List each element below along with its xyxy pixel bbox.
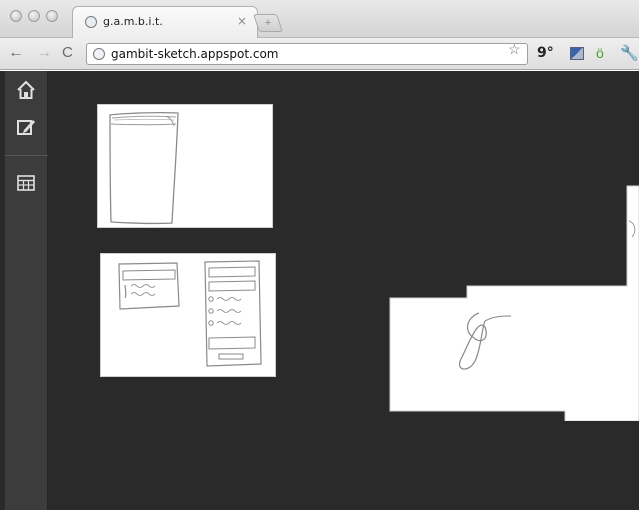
- close-tab-icon[interactable]: ×: [237, 14, 247, 28]
- sketch-form-thumbnail[interactable]: [100, 253, 276, 377]
- browser-toolbar: ← → C gambit-sketch.appspot.com ☆ 9° ö 🔧: [0, 38, 639, 70]
- globe-icon: [85, 16, 97, 28]
- image-extension-icon[interactable]: [570, 47, 584, 60]
- sketch-canvas[interactable]: [48, 71, 639, 510]
- browser-tab[interactable]: g.a.m.b.i.t. ×: [72, 6, 258, 38]
- weather-extension[interactable]: 9°: [537, 45, 554, 61]
- forward-button[interactable]: →: [36, 45, 52, 61]
- edit-icon[interactable]: [16, 117, 36, 137]
- sketch-window-thumbnail[interactable]: [97, 104, 273, 228]
- android-extension-icon[interactable]: ö: [596, 45, 604, 61]
- grid-icon[interactable]: [16, 173, 36, 193]
- globe-icon: [93, 48, 105, 60]
- app-area: [0, 71, 639, 510]
- home-icon[interactable]: [16, 80, 36, 100]
- minimize-window-button[interactable]: [28, 10, 40, 22]
- zoom-window-button[interactable]: [46, 10, 58, 22]
- close-window-button[interactable]: [10, 10, 22, 22]
- new-tab-button[interactable]: +: [253, 14, 283, 32]
- address-url[interactable]: gambit-sketch.appspot.com: [111, 47, 278, 61]
- sidebar: [5, 71, 48, 510]
- sketch-large-canvas[interactable]: [389, 185, 639, 421]
- wrench-menu-icon[interactable]: 🔧: [620, 44, 639, 62]
- address-bar[interactable]: gambit-sketch.appspot.com: [86, 43, 528, 65]
- sidebar-divider: [5, 155, 48, 156]
- back-button[interactable]: ←: [8, 45, 24, 61]
- browser-titlebar: g.a.m.b.i.t. × +: [0, 0, 639, 38]
- bookmark-star-icon[interactable]: ☆: [508, 41, 521, 58]
- reload-button[interactable]: C: [62, 45, 73, 61]
- tab-title: g.a.m.b.i.t.: [103, 15, 163, 28]
